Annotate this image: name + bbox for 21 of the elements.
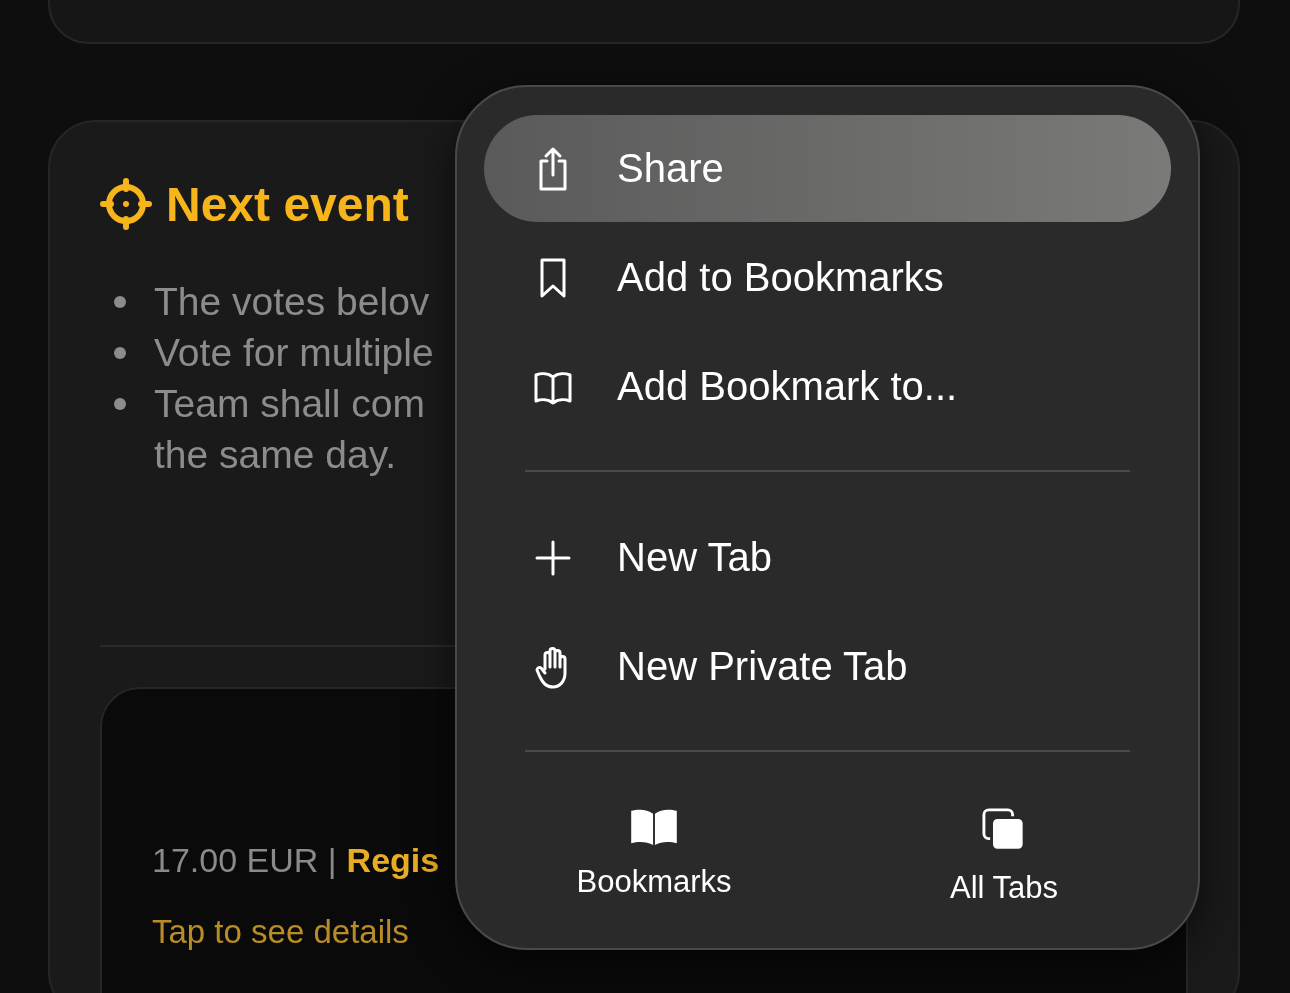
menu-item[interactable]: Add to Bookmarks bbox=[484, 224, 1171, 331]
register-link[interactable]: Regis bbox=[346, 840, 440, 880]
bullet-text: Vote for multiple bbox=[154, 330, 434, 375]
details-link[interactable]: Tap to see details bbox=[152, 913, 409, 951]
bullet-text: Team shall com bbox=[154, 381, 425, 426]
menu-item[interactable]: New Private Tab bbox=[484, 613, 1171, 720]
menu-item[interactable]: Add Bookmark to... bbox=[484, 333, 1171, 440]
menu-item[interactable]: New Tab bbox=[484, 504, 1171, 611]
bullet-text: the same day. bbox=[154, 432, 397, 477]
tabs-icon bbox=[982, 808, 1026, 852]
bullet-icon bbox=[114, 346, 126, 359]
bullet-icon bbox=[114, 295, 126, 308]
open-book-icon bbox=[629, 808, 679, 846]
menu-action-button[interactable]: Bookmarks bbox=[479, 784, 829, 930]
bullet-icon bbox=[114, 397, 126, 410]
section-title: Next event bbox=[166, 176, 409, 232]
menu-item[interactable]: Share bbox=[484, 115, 1171, 222]
bullet-text: The votes belov bbox=[154, 279, 430, 324]
price-text: 17.00 EUR | bbox=[152, 840, 337, 880]
crosshair-icon bbox=[100, 178, 152, 230]
menu-action-button[interactable]: All Tabs bbox=[829, 784, 1179, 930]
